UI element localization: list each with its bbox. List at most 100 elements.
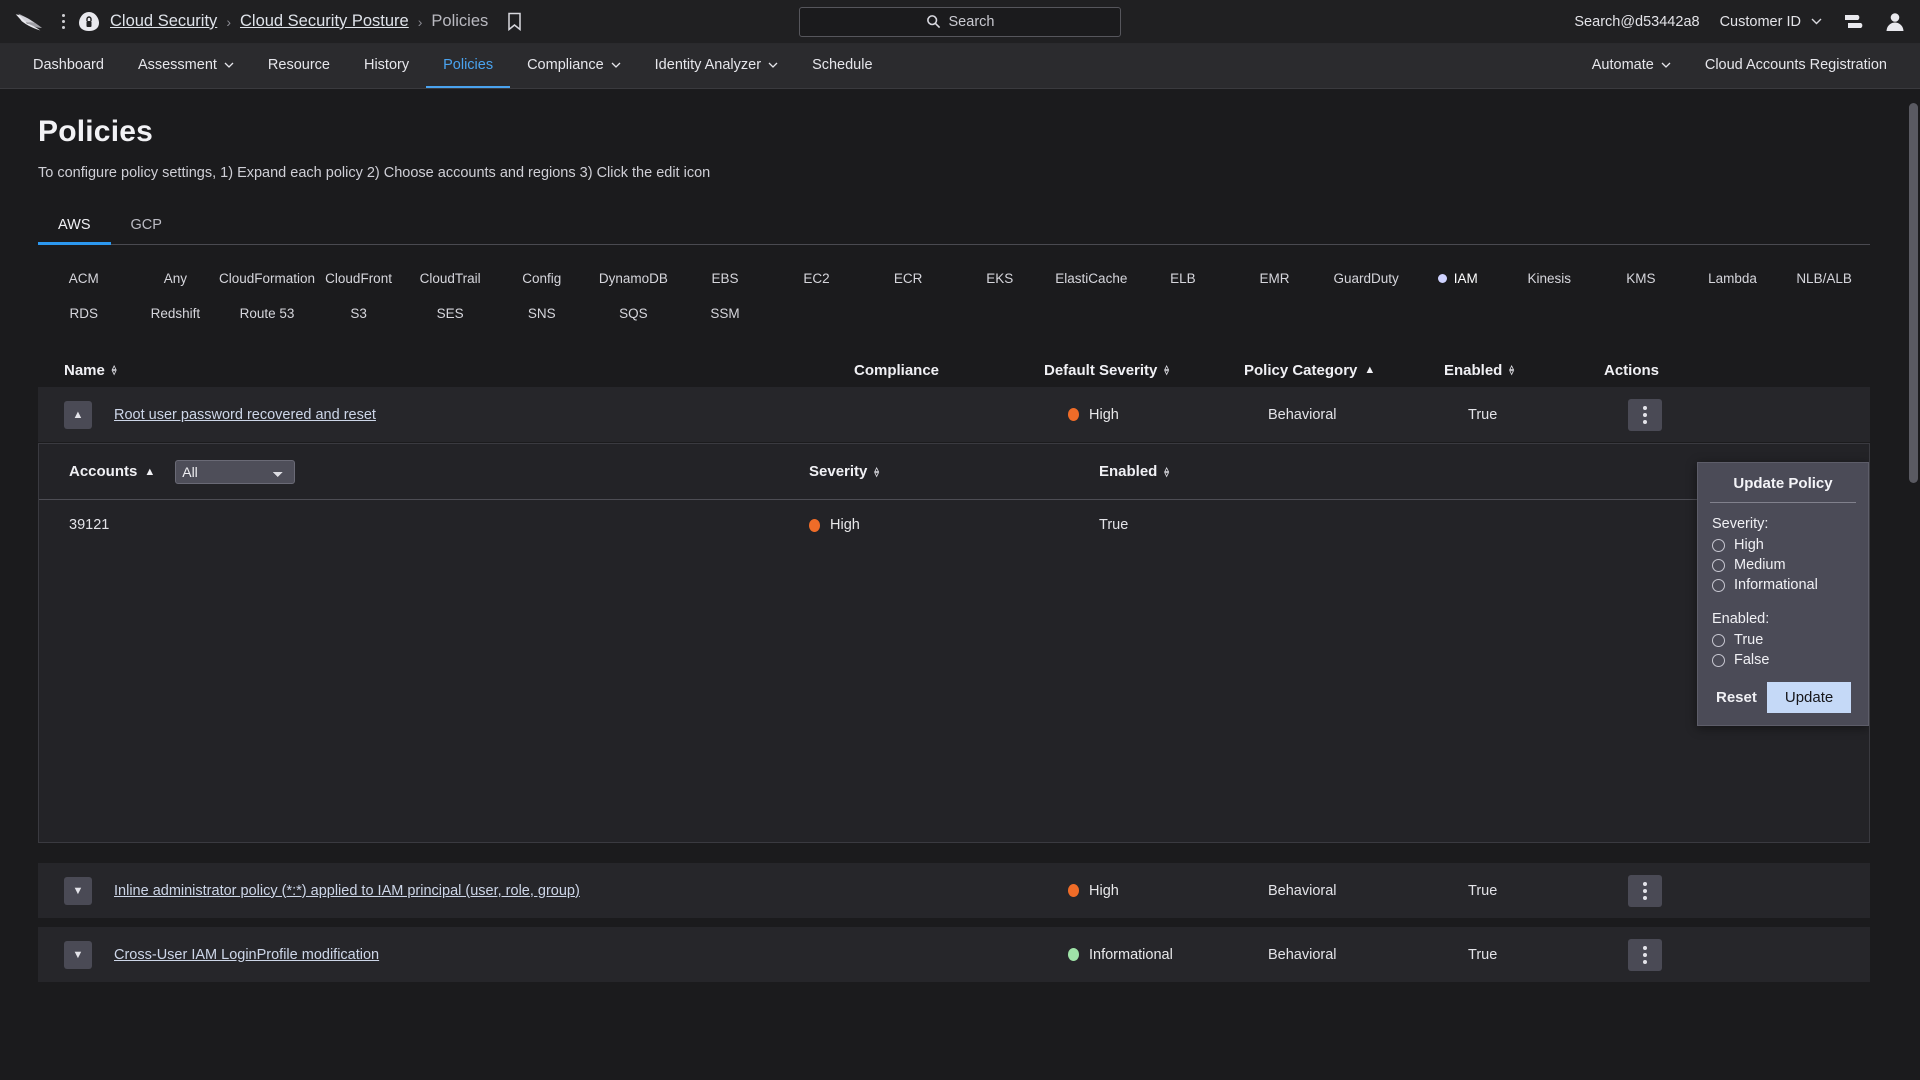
service-chip-ssm[interactable]: SSM xyxy=(679,296,771,331)
table-row[interactable]: ▼ Inline administrator policy (*:*) appl… xyxy=(38,863,1870,919)
scrollbar-thumb[interactable] xyxy=(1909,103,1918,483)
service-chip-label: Lambda xyxy=(1708,271,1757,286)
menu-icon[interactable] xyxy=(1842,12,1864,32)
service-chip-kinesis[interactable]: Kinesis xyxy=(1504,261,1596,296)
enabled-radio-false[interactable]: False xyxy=(1712,652,1854,668)
column-header-compliance[interactable]: Compliance xyxy=(854,362,1044,379)
nav-item-policies[interactable]: Policies xyxy=(426,44,511,88)
chevron-down-icon xyxy=(768,62,778,68)
search-input[interactable]: Search xyxy=(799,6,1121,37)
column-header-severity[interactable]: Severity ▵ ▿ xyxy=(809,463,1099,480)
service-chip-ses[interactable]: SES xyxy=(404,296,496,331)
page-subtitle: To configure policy settings, 1) Expand … xyxy=(38,165,711,181)
nav-item-history[interactable]: History xyxy=(347,44,426,88)
nav-item-assessment[interactable]: Assessment xyxy=(121,44,251,88)
service-chip-cloudformation[interactable]: CloudFormation xyxy=(219,261,315,296)
tab-aws[interactable]: AWS xyxy=(38,209,111,245)
kebab-menu-icon[interactable] xyxy=(54,11,72,33)
user-avatar-icon[interactable] xyxy=(1884,11,1906,33)
nav-item-label: Assessment xyxy=(137,57,217,73)
service-chip-any[interactable]: Any xyxy=(130,261,222,296)
service-chip-elb[interactable]: ELB xyxy=(1137,261,1229,296)
enabled-cell: True xyxy=(1468,946,1498,963)
column-header-default-severity[interactable]: Default Severity ▵ ▿ xyxy=(1044,362,1244,379)
radio-icon xyxy=(1712,538,1725,552)
account-row[interactable]: 39121 High True xyxy=(39,500,1869,550)
column-header-accounts[interactable]: Accounts ▲ xyxy=(69,463,155,480)
breadcrumb-item-cloud-security[interactable]: Cloud Security xyxy=(110,12,217,31)
service-chip-iam[interactable]: IAM xyxy=(1412,261,1504,296)
service-chip-guardduty[interactable]: GuardDuty xyxy=(1320,261,1412,296)
severity-dot-icon xyxy=(1068,948,1079,961)
service-chip-acm[interactable]: ACM xyxy=(38,261,130,296)
service-chip-nlb-alb[interactable]: NLB/ALB xyxy=(1778,261,1870,296)
nav-item-schedule[interactable]: Schedule xyxy=(795,44,889,88)
column-header-enabled[interactable]: Enabled ▵ ▿ xyxy=(1099,463,1349,480)
top-bar-right: Search@d53442a8 Customer ID xyxy=(1574,11,1906,33)
service-chip-ec2[interactable]: EC2 xyxy=(771,261,863,296)
nav-item-resource[interactable]: Resource xyxy=(251,44,347,88)
enabled-radio-true[interactable]: True xyxy=(1712,632,1854,648)
severity-radio-informational[interactable]: Informational xyxy=(1712,577,1854,593)
service-chip-eks[interactable]: EKS xyxy=(954,261,1046,296)
severity-radio-high[interactable]: High xyxy=(1712,537,1854,553)
nav-item-label: Automate xyxy=(1591,57,1654,73)
service-chip-ecr[interactable]: ECR xyxy=(862,261,954,296)
breadcrumb-item-policies: Policies xyxy=(431,12,489,30)
service-chip-cloudfront[interactable]: CloudFront xyxy=(313,261,405,296)
service-chip-label: SQS xyxy=(619,306,648,321)
nav-item-automate[interactable]: Automate xyxy=(1575,44,1688,88)
service-chip-route-53[interactable]: Route 53 xyxy=(221,296,313,331)
nav-item-compliance[interactable]: Compliance xyxy=(510,44,638,88)
service-chip-label: Kinesis xyxy=(1527,271,1572,286)
service-chip-cloudtrail[interactable]: CloudTrail xyxy=(404,261,496,296)
service-chip-label: Any xyxy=(163,271,188,286)
nav-item-dashboard[interactable]: Dashboard xyxy=(16,44,121,88)
column-header-policy-category[interactable]: Policy Category ▲ xyxy=(1244,362,1444,379)
cloud-icon[interactable] xyxy=(76,10,102,34)
service-chip-label: CloudFront xyxy=(325,271,392,286)
nav-item-cloud-accounts-registration[interactable]: Cloud Accounts Registration xyxy=(1688,44,1904,88)
collapse-row-button[interactable]: ▲ xyxy=(64,400,92,429)
service-chip-emr[interactable]: EMR xyxy=(1229,261,1321,296)
policy-name-link[interactable]: Inline administrator policy (*:*) applie… xyxy=(114,883,878,899)
service-chip-lambda[interactable]: Lambda xyxy=(1687,261,1779,296)
column-header-enabled[interactable]: Enabled ▵ ▿ xyxy=(1444,362,1604,379)
service-chip-dynamodb[interactable]: DynamoDB xyxy=(588,261,680,296)
service-chip-sqs[interactable]: SQS xyxy=(588,296,680,331)
reset-button[interactable]: Reset xyxy=(1712,683,1761,712)
service-chip-elasticache[interactable]: ElastiCache xyxy=(1046,261,1138,296)
accounts-filter-select[interactable]: All xyxy=(175,459,296,484)
row-actions-menu-button[interactable] xyxy=(1628,398,1662,431)
table-row[interactable]: ▼ Cross-User IAM LoginProfile modificati… xyxy=(38,927,1870,983)
service-chip-s3[interactable]: S3 xyxy=(313,296,405,331)
row-actions-menu-button[interactable] xyxy=(1628,938,1662,971)
chevron-down-icon xyxy=(1811,18,1822,25)
tab-gcp[interactable]: GCP xyxy=(111,209,182,245)
falcon-logo[interactable] xyxy=(14,11,48,33)
bookmark-icon[interactable] xyxy=(507,12,522,31)
update-button[interactable]: Update xyxy=(1766,682,1852,713)
service-chip-redshift[interactable]: Redshift xyxy=(130,296,222,331)
nav-item-identity-analyzer[interactable]: Identity Analyzer xyxy=(638,44,795,88)
expand-row-button[interactable]: ▼ xyxy=(64,876,92,905)
service-chip-kms[interactable]: KMS xyxy=(1595,261,1687,296)
service-chip-rds[interactable]: RDS xyxy=(38,296,130,331)
expand-row-button[interactable]: ▼ xyxy=(64,940,92,969)
account-label[interactable]: Search@d53442a8 xyxy=(1574,14,1699,30)
service-chip-ebs[interactable]: EBS xyxy=(679,261,771,296)
policy-name-link[interactable]: Cross-User IAM LoginProfile modification xyxy=(114,947,878,963)
radio-icon xyxy=(1712,578,1725,592)
breadcrumb-item-cloud-security-posture[interactable]: Cloud Security Posture xyxy=(240,12,409,31)
service-chip-sns[interactable]: SNS xyxy=(496,296,588,331)
table-row[interactable]: ▲ Root user password recovered and reset… xyxy=(38,387,1870,443)
severity-radio-medium[interactable]: Medium xyxy=(1712,557,1854,573)
service-chip-label: EC2 xyxy=(803,271,830,286)
column-header-name[interactable]: Name ▵ ▿ xyxy=(64,362,854,379)
row-actions-menu-button[interactable] xyxy=(1628,874,1662,907)
customer-id-menu[interactable]: Customer ID xyxy=(1720,14,1822,30)
service-chip-config[interactable]: Config xyxy=(496,261,588,296)
page-scrollbar[interactable] xyxy=(1909,89,1918,1080)
policy-name-link[interactable]: Root user password recovered and reset xyxy=(114,407,878,423)
selected-dot-icon xyxy=(1437,274,1447,283)
